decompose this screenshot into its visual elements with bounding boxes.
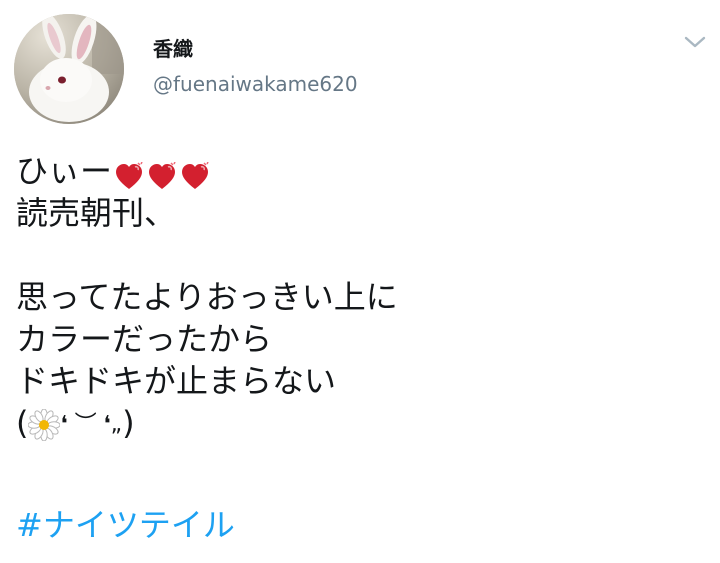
growing-heart-emoji: [114, 154, 213, 196]
kaomoji-mark: „: [110, 412, 123, 437]
tweet-line-text: ひぃー: [16, 152, 113, 190]
user-handle[interactable]: @fuenaiwakame620: [153, 72, 358, 96]
heart-icon: [116, 162, 143, 189]
display-name[interactable]: 香織: [153, 37, 193, 61]
tweet-text: ひぃー 読売朝刊、 思ってたよりおっきい上に カラーだったから ドキドキが止まら…: [16, 150, 706, 444]
daisy-icon: [28, 409, 61, 441]
heart-icon: [182, 162, 209, 189]
tweet-line: 思ってたよりおっきい上に: [16, 278, 398, 316]
kaomoji-paren: ): [122, 404, 135, 442]
hashtag-link[interactable]: #ナイツテイル: [16, 504, 235, 546]
tweet-line: ひぃー: [16, 150, 706, 192]
avatar[interactable]: [14, 14, 124, 124]
kaomoji-line: (❛ ︶ ❛„): [16, 402, 706, 444]
heart-icon: [149, 162, 176, 189]
kaomoji-face: ❛ ︶ ❛: [60, 412, 111, 437]
kaomoji-paren: (: [16, 404, 29, 442]
tweet-line: 読売朝刊、: [16, 194, 177, 232]
tweet-line: ドキドキが止まらない: [16, 362, 337, 400]
tweet-line: カラーだったから: [16, 320, 273, 358]
tweet: 香織 @fuenaiwakame620 ひぃー 読売朝刊、 思ってたよりおっきい…: [0, 0, 720, 563]
chevron-down-icon[interactable]: [680, 30, 710, 54]
white-rabbit-photo: [14, 14, 124, 124]
